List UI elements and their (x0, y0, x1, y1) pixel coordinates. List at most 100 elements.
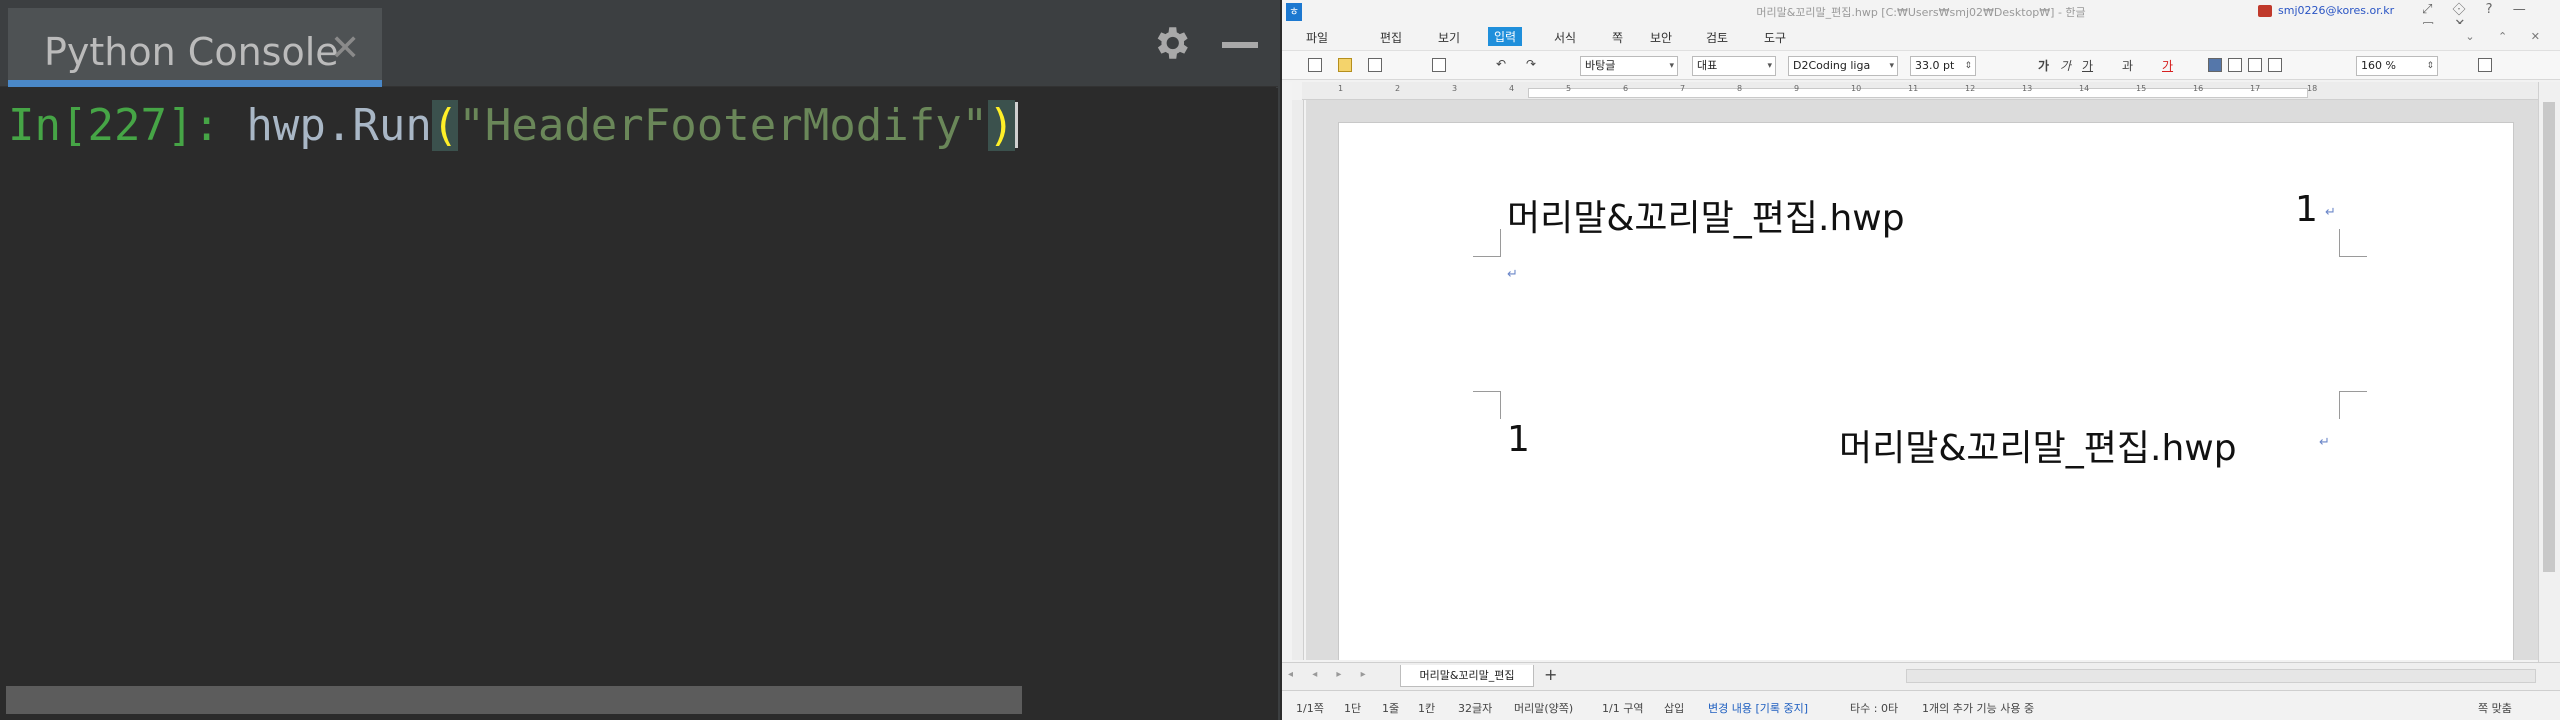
new-document-icon[interactable] (1308, 58, 1322, 72)
ruler-number: 7 (1680, 84, 1686, 93)
menu-security[interactable]: 보안 (1650, 29, 1672, 46)
status-line: 1줄 (1382, 702, 1400, 715)
paragraph-mark: ↵ (1507, 267, 1518, 282)
font-color-icon[interactable]: 가 (2162, 57, 2173, 74)
user-icon (2258, 5, 2272, 17)
ruler-number: 9 (1794, 84, 1800, 93)
status-insert-mode[interactable]: 삽입 (1664, 700, 1684, 716)
menu-insert[interactable]: 입력 (1488, 27, 1523, 46)
user-account[interactable]: smj0226@kores.or.kr (2278, 4, 2394, 17)
ruler-number: 6 (1623, 84, 1629, 93)
language-select[interactable]: 대표 ▾ (1692, 56, 1776, 76)
strikethrough-icon[interactable]: 과 (2122, 57, 2133, 74)
bold-icon[interactable]: 가 (2038, 57, 2049, 74)
footer-text[interactable]: 머리말&꼬리말_편집.hwp (1839, 419, 2237, 471)
zoom-unit: % (2385, 59, 2396, 72)
status-page[interactable]: 1/1쪽 (1296, 700, 1324, 716)
font-value: D2Coding liga (1793, 59, 1871, 72)
vertical-scrollbar[interactable] (2538, 82, 2560, 662)
prompt-label: In[227]: (8, 100, 247, 151)
font-select[interactable]: D2Coding liga ▾ (1788, 56, 1898, 76)
save-icon[interactable] (1368, 58, 1382, 72)
status-typos: 타수 : 0타 (1850, 702, 1899, 715)
code-string: "HeaderFooterModify" (458, 100, 989, 151)
tab-active-indicator (8, 80, 382, 87)
menu-format[interactable]: 서식 (1554, 29, 1576, 46)
ruler-number: 16 (2193, 84, 2204, 93)
style-select[interactable]: 바탕글 ▾ (1580, 56, 1678, 76)
redo-icon[interactable]: ↷ (1526, 57, 1536, 71)
gear-icon[interactable] (1150, 22, 1192, 64)
margin-corner-bl (1473, 391, 1501, 419)
scrollbar-thumb[interactable] (2543, 102, 2555, 572)
font-size-value: 33.0 (1915, 59, 1940, 72)
text-caret (1014, 102, 1018, 148)
tab-document[interactable]: 머리말&꼬리말_편집 (1400, 665, 1534, 687)
underline-icon[interactable]: 가 (2082, 57, 2093, 74)
close-icon[interactable]: ✕ (330, 28, 360, 69)
header-text[interactable]: 머리말&꼬리말_편집.hwp (1507, 189, 1905, 241)
prompt-line: In[227]: hwp.Run("HeaderFooterModify") (8, 98, 1018, 154)
zoom-select[interactable]: 160 % ⇕ (2356, 56, 2438, 76)
document-tab-bar: ◂ ◂ ▸ ▸ 머리말&꼬리말_편집 + (1282, 662, 2560, 690)
ruler-number: 15 (2136, 84, 2147, 93)
status-extensions[interactable]: 1개의 추가 기능 사용 중 (1922, 700, 2034, 716)
align-justify-icon[interactable] (2208, 58, 2222, 72)
italic-icon[interactable]: 가 (2060, 57, 2071, 74)
menu-review[interactable]: 검토 (1706, 29, 1728, 46)
add-tab-icon[interactable]: + (1544, 665, 1557, 684)
status-area: 머리말(양쪽) (1514, 702, 1574, 715)
status-change-tracking[interactable]: 변경 내용 [기록 중지] (1708, 700, 1808, 716)
undo-icon[interactable]: ↶ (1496, 57, 1506, 71)
tab-navigation-icons[interactable]: ◂ ◂ ▸ ▸ (1288, 669, 1374, 680)
paragraph-mark: ↵ (2319, 435, 2330, 450)
status-bar: 1/1쪽 1단 1줄 1칸 32글자 머리말(양쪽) 1/1 구역 삽입 변경 … (1282, 690, 2560, 720)
scrollbar-thumb[interactable] (6, 686, 1022, 714)
ruler-number: 12 (1965, 84, 1976, 93)
menu-page[interactable]: 쪽 (1612, 29, 1623, 46)
document-canvas[interactable]: 머리말&꼬리말_편집.hwp 1 ↵ ↵ 1 머리말&꼬리말_편집.hwp ↵ (1306, 100, 2538, 660)
font-size-input[interactable]: 33.0 pt ⇕ (1910, 56, 1976, 76)
footer-page-number[interactable]: 1 (1507, 419, 1530, 460)
tab-python-console[interactable]: Python Console ✕ (8, 8, 382, 87)
ruler-number: 4 (1509, 84, 1515, 93)
ruler-number: 3 (1452, 84, 1458, 93)
vertical-ruler[interactable] (1292, 100, 1304, 660)
ruler-number: 11 (1908, 84, 1919, 93)
menu-view[interactable]: 보기 (1438, 29, 1460, 46)
fit-page-button[interactable]: 쪽 맞춤 (2478, 700, 2512, 716)
align-right-icon[interactable] (2268, 58, 2282, 72)
ruler-number: 17 (2250, 84, 2261, 93)
minimize-icon[interactable] (1222, 42, 1258, 48)
document-page[interactable]: 머리말&꼬리말_편집.hwp 1 ↵ ↵ 1 머리말&꼬리말_편집.hwp ↵ (1338, 122, 2514, 660)
margin-corner-tr (2339, 229, 2367, 257)
paragraph-mark: ↵ (2325, 205, 2336, 220)
margin-corner-br (2339, 391, 2367, 419)
ruler-number: 2 (1395, 84, 1401, 93)
console-header: Python Console ✕ (0, 0, 1278, 87)
python-console-panel: Python Console ✕ In[227]: hwp.Run("Heade… (0, 0, 1280, 720)
font-size-unit: pt (1943, 59, 1955, 72)
menu-file[interactable]: 파일 (1306, 29, 1328, 46)
view-mode-icon[interactable] (2478, 58, 2492, 72)
ruler-number: 8 (1737, 84, 1743, 93)
menu-options-icons[interactable]: ⌄ ⌃ ✕ (2465, 30, 2550, 43)
horizontal-scrollbar[interactable] (0, 686, 1278, 720)
menu-bar: 파일 편집 보기 입력 서식 쪽 보안 검토 도구 ⌄ ⌃ ✕ (1282, 24, 2560, 50)
horizontal-ruler[interactable]: 1 2 3 4 5 6 7 8 9 10 11 12 13 14 15 16 17 18 (1302, 82, 2538, 100)
header-page-number[interactable]: 1 (2295, 189, 2318, 230)
print-icon[interactable] (1432, 58, 1446, 72)
menu-edit[interactable]: 편집 (1380, 29, 1402, 46)
zoom-value: 160 (2361, 59, 2382, 72)
menu-tools[interactable]: 도구 (1764, 29, 1786, 46)
horizontal-scrollbar[interactable] (1906, 669, 2536, 683)
align-center-icon[interactable] (2248, 58, 2262, 72)
ruler-number: 10 (1851, 84, 1862, 93)
ruler-number: 1 (1338, 84, 1344, 93)
console-output[interactable]: In[227]: hwp.Run("HeaderFooterModify") (0, 88, 1278, 688)
margin-corner-tl (1473, 229, 1501, 257)
code-open-paren: ( (431, 100, 459, 151)
open-folder-icon[interactable] (1338, 58, 1352, 72)
status-chars: 32글자 (1458, 702, 1493, 715)
align-left-icon[interactable] (2228, 58, 2242, 72)
